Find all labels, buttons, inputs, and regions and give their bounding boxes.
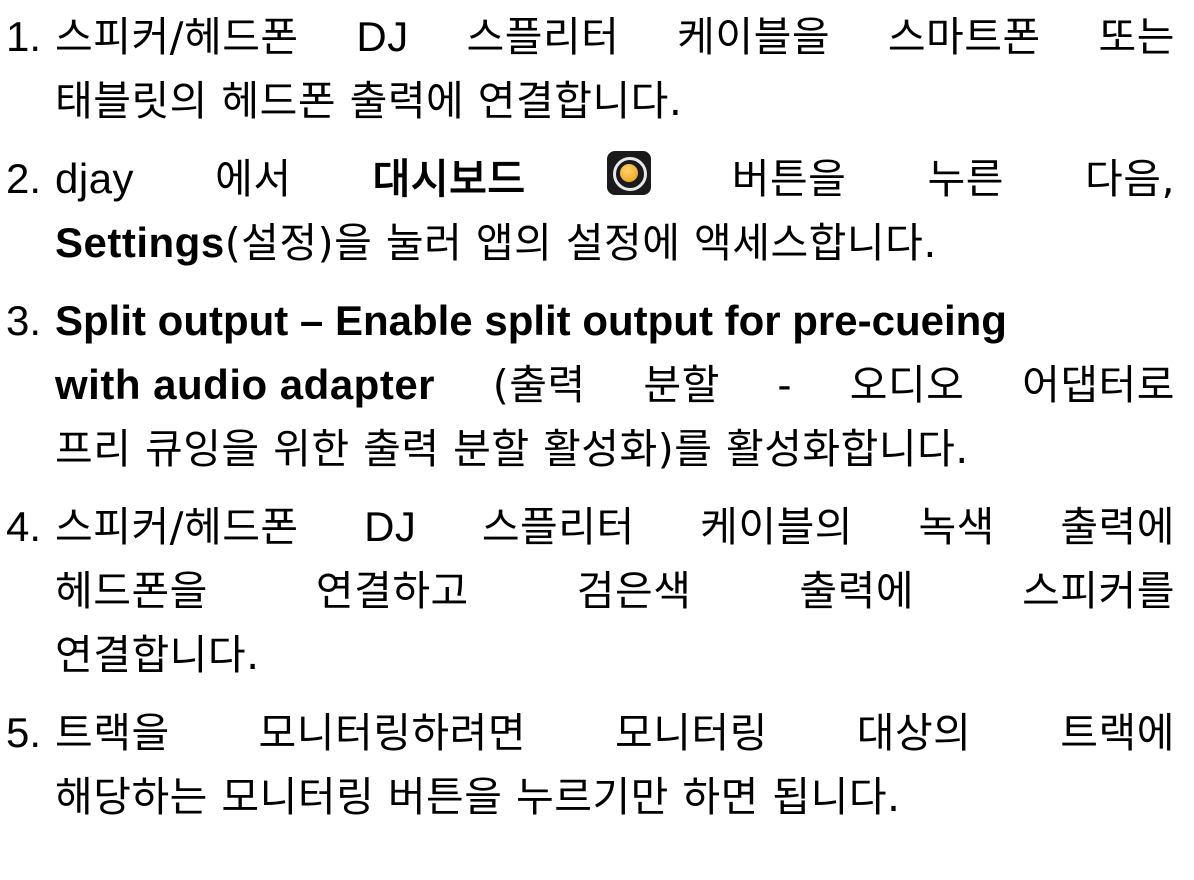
step-number: 1. bbox=[6, 13, 42, 60]
instruction-list: 1. 스피커/헤드폰 DJ 스플리터 케이블을 스마트폰 또는 태블릿의 헤드폰… bbox=[0, 0, 1194, 880]
step-3-line-2: with audio adapter (출력 분할 - 오디오 어댑터로 bbox=[55, 361, 1175, 409]
dashboard-label: 대시보드 bbox=[372, 155, 526, 203]
step-number: 5. bbox=[6, 709, 42, 756]
step-number: 2. bbox=[6, 155, 42, 202]
dashboard-icon bbox=[606, 151, 651, 195]
step-1-line-1: 스피커/헤드폰 DJ 스플리터 케이블을 스마트폰 또는 bbox=[55, 13, 1175, 61]
settings-label: Settings bbox=[55, 219, 225, 266]
step-5-line-2: 해당하는 모니터링 버튼을 누르기만 하면 됩니다. bbox=[55, 773, 901, 821]
step-2-line-1: djay 에서 대시보드 버튼을 누른 다음, bbox=[55, 150, 1175, 208]
step-4-line-1: 스피커/헤드폰 DJ 스플리터 케이블의 녹색 출력에 bbox=[55, 503, 1175, 551]
step-1-line-2: 태블릿의 헤드폰 출력에 연결합니다. bbox=[55, 77, 683, 125]
step-number: 3. bbox=[6, 297, 42, 344]
step-4-line-2: 헤드폰을 연결하고 검은색 출력에 스피커를 bbox=[55, 567, 1175, 615]
step-2-line-2: Settings(설정)을 눌러 앱의 설정에 액세스합니다. bbox=[55, 219, 937, 267]
step-5-line-1: 트랙을 모니터링하려면 모니터링 대상의 트랙에 bbox=[55, 709, 1175, 757]
step-3-line-3: 프리 큐잉을 위한 출력 분할 활성화)를 활성화합니다. bbox=[55, 425, 969, 473]
step-3-line-1: Split output – Enable split output for p… bbox=[55, 297, 1007, 344]
step-number: 4. bbox=[6, 503, 42, 550]
step-4-line-3: 연결합니다. bbox=[55, 631, 260, 679]
